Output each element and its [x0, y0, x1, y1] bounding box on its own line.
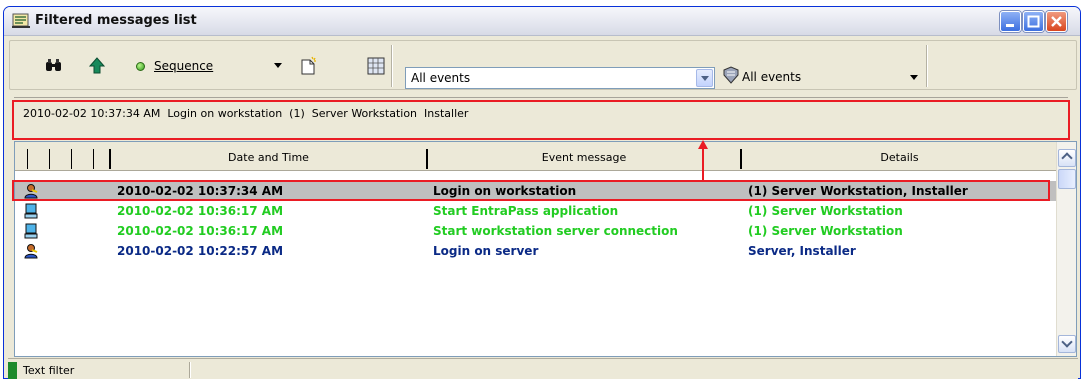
up-arrow-icon[interactable] [87, 56, 107, 76]
table-row[interactable]: 2010-02-02 10:22:57 AM Login on server Ser… [15, 241, 1057, 261]
window-title: Filtered messages list [35, 13, 197, 28]
sequence-status-icon [136, 62, 145, 71]
column-header-event[interactable]: Event message [428, 151, 740, 164]
toolbar-separator [391, 45, 392, 87]
report-icon [12, 13, 30, 28]
highlight-arrow [698, 140, 708, 182]
status-separator [189, 362, 190, 378]
chevron-down-icon[interactable] [696, 69, 713, 87]
close-icon [1051, 16, 1062, 27]
column-divider[interactable] [71, 149, 72, 169]
cell-event: Login on server [433, 244, 539, 258]
minimize-icon [1006, 24, 1014, 27]
cell-details: Server, Installer [748, 244, 856, 258]
event-filter-dropdown[interactable]: All events [405, 67, 715, 89]
cell-event: Start workstation server connection [433, 224, 678, 238]
text-filter-value: 2010-02-02 10:37:34 AM Login on workstat… [23, 107, 469, 120]
cell-date: 2010-02-02 10:22:57 AM [117, 244, 284, 258]
scroll-up-button[interactable] [1058, 149, 1076, 167]
column-divider[interactable] [93, 149, 94, 169]
vertical-scrollbar[interactable] [1056, 142, 1076, 356]
status-text: Text filter [23, 364, 75, 377]
minimize-button[interactable] [1000, 11, 1021, 32]
close-button[interactable] [1046, 11, 1067, 32]
sort-selector[interactable]: Sequence [154, 59, 213, 73]
cell-event: Login on workstation [433, 184, 577, 198]
column-header-date[interactable]: Date and Time [111, 151, 426, 164]
table-header: Date and Time Event message Details [15, 142, 1057, 171]
user-key-icon [24, 244, 38, 259]
maximize-icon [1027, 15, 1040, 28]
grid-view-icon[interactable] [366, 56, 386, 76]
cell-date: 2010-02-02 10:36:17 AM [117, 224, 284, 238]
table-row[interactable]: 2010-02-02 10:36:17 AM Start EntraPass ap… [15, 201, 1057, 221]
cell-date: 2010-02-02 10:37:34 AM [117, 184, 284, 198]
maximize-button[interactable] [1023, 11, 1044, 32]
chevron-down-icon[interactable] [274, 63, 282, 68]
table-row[interactable]: 2010-02-02 10:37:34 AM Login on workstati… [15, 181, 1057, 201]
event-type-selector[interactable]: All events [742, 70, 801, 84]
title-bar[interactable]: Filtered messages list [4, 7, 1080, 36]
table-row[interactable]: 2010-02-02 10:36:17 AM Start workstation … [15, 221, 1057, 241]
status-bar: Text filter [8, 358, 1078, 379]
events-filter-icon [723, 66, 739, 84]
status-indicator [8, 362, 17, 379]
cell-details: (1) Server Workstation [748, 204, 903, 218]
scroll-down-button[interactable] [1058, 335, 1076, 353]
cell-details: (1) Server Workstation, Installer [748, 184, 968, 198]
toolbar: Sequence All events All events [9, 40, 1077, 90]
text-filter-panel[interactable]: 2010-02-02 10:37:34 AM Login on workstat… [14, 97, 1068, 139]
cell-date: 2010-02-02 10:36:17 AM [117, 204, 284, 218]
user-key-icon [24, 184, 38, 199]
cell-details: (1) Server Workstation [748, 224, 903, 238]
column-divider[interactable] [27, 149, 28, 169]
scroll-thumb[interactable] [1058, 169, 1076, 189]
column-divider[interactable] [49, 149, 50, 169]
messages-table: Date and Time Event message Details 2010… [14, 141, 1077, 357]
workstation-icon [24, 203, 38, 219]
binoculars-icon[interactable] [44, 56, 64, 76]
chevron-down-icon[interactable] [910, 75, 918, 80]
column-header-details[interactable]: Details [742, 151, 1057, 164]
toolbar-separator [926, 45, 927, 87]
workstation-icon [24, 223, 38, 239]
new-document-icon[interactable] [298, 56, 318, 76]
cell-event: Start EntraPass application [433, 204, 619, 218]
